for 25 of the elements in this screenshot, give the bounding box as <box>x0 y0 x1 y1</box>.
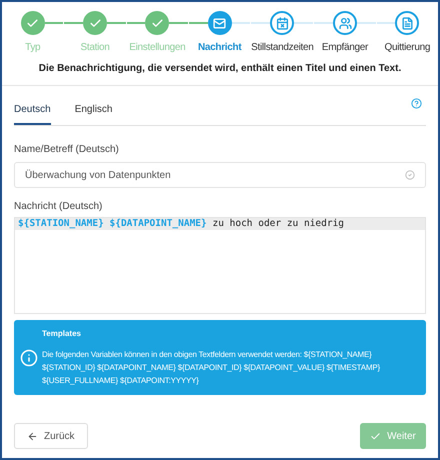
calendar-icon <box>276 16 289 30</box>
field-label: Nachricht (Deutsch) <box>14 200 104 214</box>
check-icon <box>150 16 164 30</box>
subject-field[interactable]: Überwachung von Datenpunkten <box>14 162 426 188</box>
arrow-left-icon <box>27 430 38 442</box>
intro-text: Die Benachrichtigung, die versendet wird, enthält einen Titel und einen Text. <box>2 61 438 86</box>
step-label[interactable]: Stillstandzeiten <box>251 40 314 55</box>
envelope-icon <box>213 16 226 30</box>
info-icon <box>20 348 38 366</box>
language-tab[interactable]: Englisch <box>74 98 112 125</box>
info-title: Templates <box>42 328 82 340</box>
document-icon <box>400 16 414 30</box>
field-label: Name/Betreff (Deutsch) <box>14 143 120 157</box>
language-tab[interactable]: Deutsch <box>14 98 51 125</box>
check-icon <box>88 16 102 30</box>
check-icon <box>370 430 382 442</box>
info-text: Die folgenden Variablen können in den obigen Textfeldern verwendet werden: ${STATION_NAME} ${STATION_ID} ${DATAPOINT_NAME} ${DATAPOINT_ID} ${DATAPOINT_VALUE} ${TIMESTAMP} ${USER_FULLNAME} ${DATAPOINT:YYYYY} <box>42 349 381 387</box>
step-label[interactable]: Nachricht <box>198 40 242 55</box>
check-icon <box>26 16 40 30</box>
step-label[interactable]: Quittierung <box>384 40 430 55</box>
help-icon[interactable] <box>411 98 422 109</box>
step-label[interactable]: Empfänger <box>322 40 368 55</box>
back-button[interactable]: Zurück <box>14 423 88 449</box>
message-editor[interactable]: ${STATION_NAME} ${DATAPOINT_NAME} zu hoch oder zu niedrig <box>14 217 426 314</box>
people-icon <box>338 16 352 30</box>
